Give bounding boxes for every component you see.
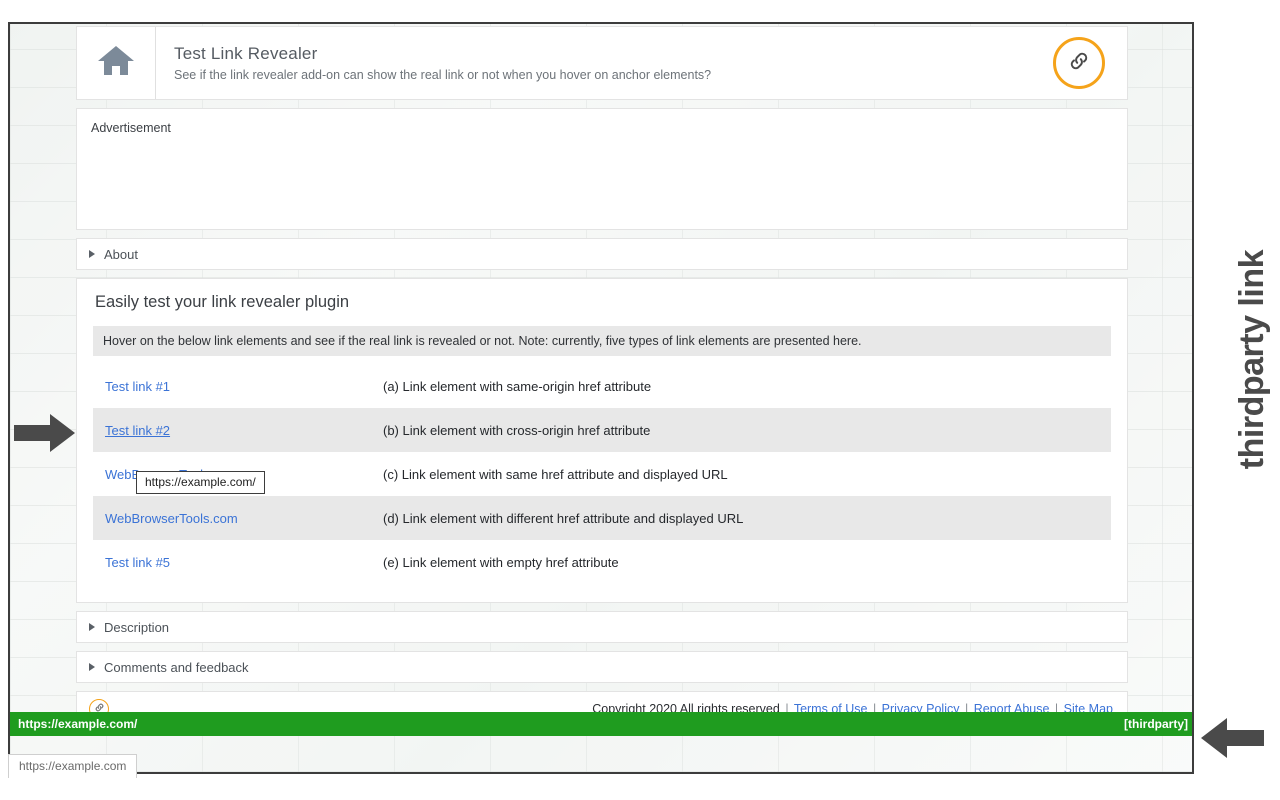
link-description: (c) Link element with same href attribut… xyxy=(383,466,728,482)
link-description: (e) Link element with empty href attribu… xyxy=(383,554,619,570)
link-cell: Test link #5 xyxy=(93,555,383,570)
test-link-1[interactable]: Test link #1 xyxy=(105,379,170,394)
chevron-right-icon xyxy=(89,250,95,258)
link-cell: Test link #1 xyxy=(93,379,383,394)
accordion-description-label: Description xyxy=(104,619,170,635)
header-text-block: Test Link Revealer See if the link revea… xyxy=(156,44,1053,82)
accordion-about-label: About xyxy=(104,246,138,262)
accordion-comments-label: Comments and feedback xyxy=(104,659,249,675)
link-chain-icon xyxy=(1067,49,1091,78)
annotation-side-label: thirdparty link xyxy=(1233,250,1271,470)
link-cell: Test link #2 xyxy=(93,423,383,438)
link-description: (a) Link element with same-origin href a… xyxy=(383,378,652,394)
page-title: Test Link Revealer xyxy=(174,44,318,63)
test-link-2[interactable]: Test link #2 xyxy=(105,423,170,438)
arrow-left-icon xyxy=(1200,716,1264,760)
page-content-column: Test Link Revealer See if the link revea… xyxy=(76,26,1128,727)
main-content-card: Easily test your link revealer plugin Ho… xyxy=(76,278,1128,603)
accordion-about[interactable]: About xyxy=(76,238,1128,270)
test-link-4[interactable]: WebBrowserTools.com xyxy=(105,511,238,526)
table-row: WebBrowserTools.com (d) Link element wit… xyxy=(93,496,1111,540)
revealed-url: https://example.com/ xyxy=(18,717,138,731)
table-row: Test link #2 (b) Link element with cross… xyxy=(93,408,1111,452)
screenshot-root: Test Link Revealer See if the link revea… xyxy=(0,0,1280,800)
main-heading: Easily test your link revealer plugin xyxy=(95,293,350,311)
link-chain-badge[interactable] xyxy=(1053,37,1105,89)
table-row: Test link #5 (e) Link element with empty… xyxy=(93,540,1111,584)
site-header: Test Link Revealer See if the link revea… xyxy=(76,26,1128,100)
link-description: (d) Link element with different href att… xyxy=(383,510,744,526)
test-link-5[interactable]: Test link #5 xyxy=(105,555,170,570)
chevron-right-icon xyxy=(89,663,95,671)
browser-status-bar: https://example.com xyxy=(8,754,138,778)
instructions-notice: Hover on the below link elements and see… xyxy=(93,326,1111,356)
revealed-origin-tag: [thirdparty] xyxy=(1124,717,1188,731)
home-icon-container[interactable] xyxy=(77,27,156,99)
advertisement-slot: Advertisement xyxy=(76,108,1128,230)
home-icon xyxy=(96,44,136,83)
link-cell: WebBrowserTools.com xyxy=(93,511,383,526)
browser-viewport: Test Link Revealer See if the link revea… xyxy=(8,22,1194,774)
advertisement-label: Advertisement xyxy=(91,121,171,135)
accordion-comments[interactable]: Comments and feedback xyxy=(76,651,1128,683)
page-subtitle: See if the link revealer add-on can show… xyxy=(174,68,712,82)
chevron-right-icon xyxy=(89,623,95,631)
arrow-right-icon xyxy=(14,412,76,454)
accordion-description[interactable]: Description xyxy=(76,611,1128,643)
link-description: (b) Link element with cross-origin href … xyxy=(383,422,651,438)
table-row: Test link #1 (a) Link element with same-… xyxy=(93,364,1111,408)
link-revealer-bar: https://example.com/ [thirdparty] xyxy=(10,712,1192,736)
link-hover-tooltip: https://example.com/ xyxy=(136,471,265,494)
